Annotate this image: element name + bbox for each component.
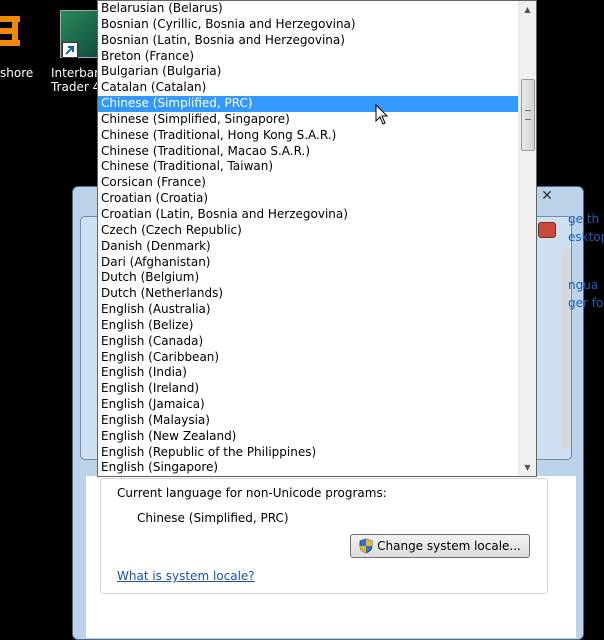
locale-option[interactable]: Bulgarian (Bulgaria) (98, 64, 519, 80)
uac-shield-icon (359, 538, 373, 554)
locale-option[interactable]: Dutch (Belgium) (98, 270, 519, 286)
shortcut-arrow-icon (62, 42, 78, 58)
locale-option[interactable]: Dutch (Netherlands) (98, 286, 519, 302)
interbank-trader-label-line1: Interban (51, 66, 102, 80)
locale-option[interactable]: English (India) (98, 365, 519, 381)
current-language-label: Current language for non-Unicode program… (117, 486, 387, 500)
scroll-up-icon[interactable]: ▲ (519, 1, 536, 18)
locale-option[interactable]: English (Caribbean) (98, 350, 519, 366)
locale-option[interactable]: Czech (Czech Republic) (98, 223, 519, 239)
mouse-cursor-icon (375, 104, 389, 125)
dropdown-scrollbar[interactable]: ▲ ▼ (518, 1, 536, 476)
close-icon[interactable]: ✕ (538, 188, 556, 204)
side-link-1[interactable]: ge th (568, 212, 604, 226)
locale-option[interactable]: Catalan (Catalan) (98, 80, 519, 96)
locale-option[interactable]: Chinese (Traditional, Taiwan) (98, 159, 519, 175)
locale-option[interactable]: English (Republic of the Philippines) (98, 445, 519, 461)
locale-option[interactable]: English (New Zealand) (98, 429, 519, 445)
locale-option[interactable]: English (Ireland) (98, 381, 519, 397)
side-link-2[interactable]: esktop (568, 230, 604, 244)
locale-option[interactable]: Chinese (Traditional, Macao S.A.R.) (98, 144, 519, 160)
scroll-grip-icon (525, 110, 531, 120)
locale-option[interactable]: Croatian (Latin, Bosnia and Herzegovina) (98, 207, 519, 223)
locale-option[interactable]: English (Canada) (98, 334, 519, 350)
locale-option[interactable]: English (Singapore) (98, 460, 519, 476)
system-locale-dropdown-list[interactable]: Belarusian (Belarus) Bosnian (Cyrillic, B… (97, 0, 537, 477)
desktop-icon-label: shore (0, 66, 34, 80)
change-system-locale-button[interactable]: Change system locale... (350, 534, 530, 558)
locale-option[interactable]: Dari (Afghanistan) (98, 255, 519, 271)
locale-option[interactable]: Danish (Denmark) (98, 239, 519, 255)
app-logo-icon[interactable] (0, 10, 22, 50)
side-link-3[interactable]: ngua (568, 278, 604, 292)
interbank-trader-label-line2: Trader 4 (51, 80, 101, 94)
scroll-down-icon[interactable]: ▼ (519, 459, 536, 476)
locale-option[interactable]: Chinese (Simplified, PRC) (98, 96, 519, 112)
locale-option[interactable]: English (Malaysia) (98, 413, 519, 429)
side-link-4[interactable]: ger fo (568, 296, 604, 310)
current-language-value: Chinese (Simplified, PRC) (137, 511, 289, 525)
locale-option[interactable]: Chinese (Traditional, Hong Kong S.A.R.) (98, 128, 519, 144)
locale-option[interactable]: Chinese (Simplified, Singapore) (98, 112, 519, 128)
scroll-thumb[interactable] (521, 79, 535, 151)
locale-option[interactable]: Bosnian (Cyrillic, Bosnia and Herzegovin… (98, 17, 519, 33)
locale-option[interactable]: Bosnian (Latin, Bosnia and Herzegovina) (98, 33, 519, 49)
locale-option[interactable]: Belarusian (Belarus) (98, 1, 519, 17)
change-system-locale-label: Change system locale... (377, 539, 521, 553)
locale-option[interactable]: Corsican (France) (98, 175, 519, 191)
locale-option[interactable]: Breton (France) (98, 49, 519, 65)
locale-option[interactable]: English (Australia) (98, 302, 519, 318)
locale-option[interactable]: Croatian (Croatia) (98, 191, 519, 207)
locale-option[interactable]: English (Jamaica) (98, 397, 519, 413)
what-is-system-locale-link[interactable]: What is system locale? (117, 569, 255, 583)
inner-close-icon[interactable] (538, 222, 556, 238)
locale-options: Belarusian (Belarus) Bosnian (Cyrillic, B… (98, 1, 519, 476)
locale-option[interactable]: English (Belize) (98, 318, 519, 334)
